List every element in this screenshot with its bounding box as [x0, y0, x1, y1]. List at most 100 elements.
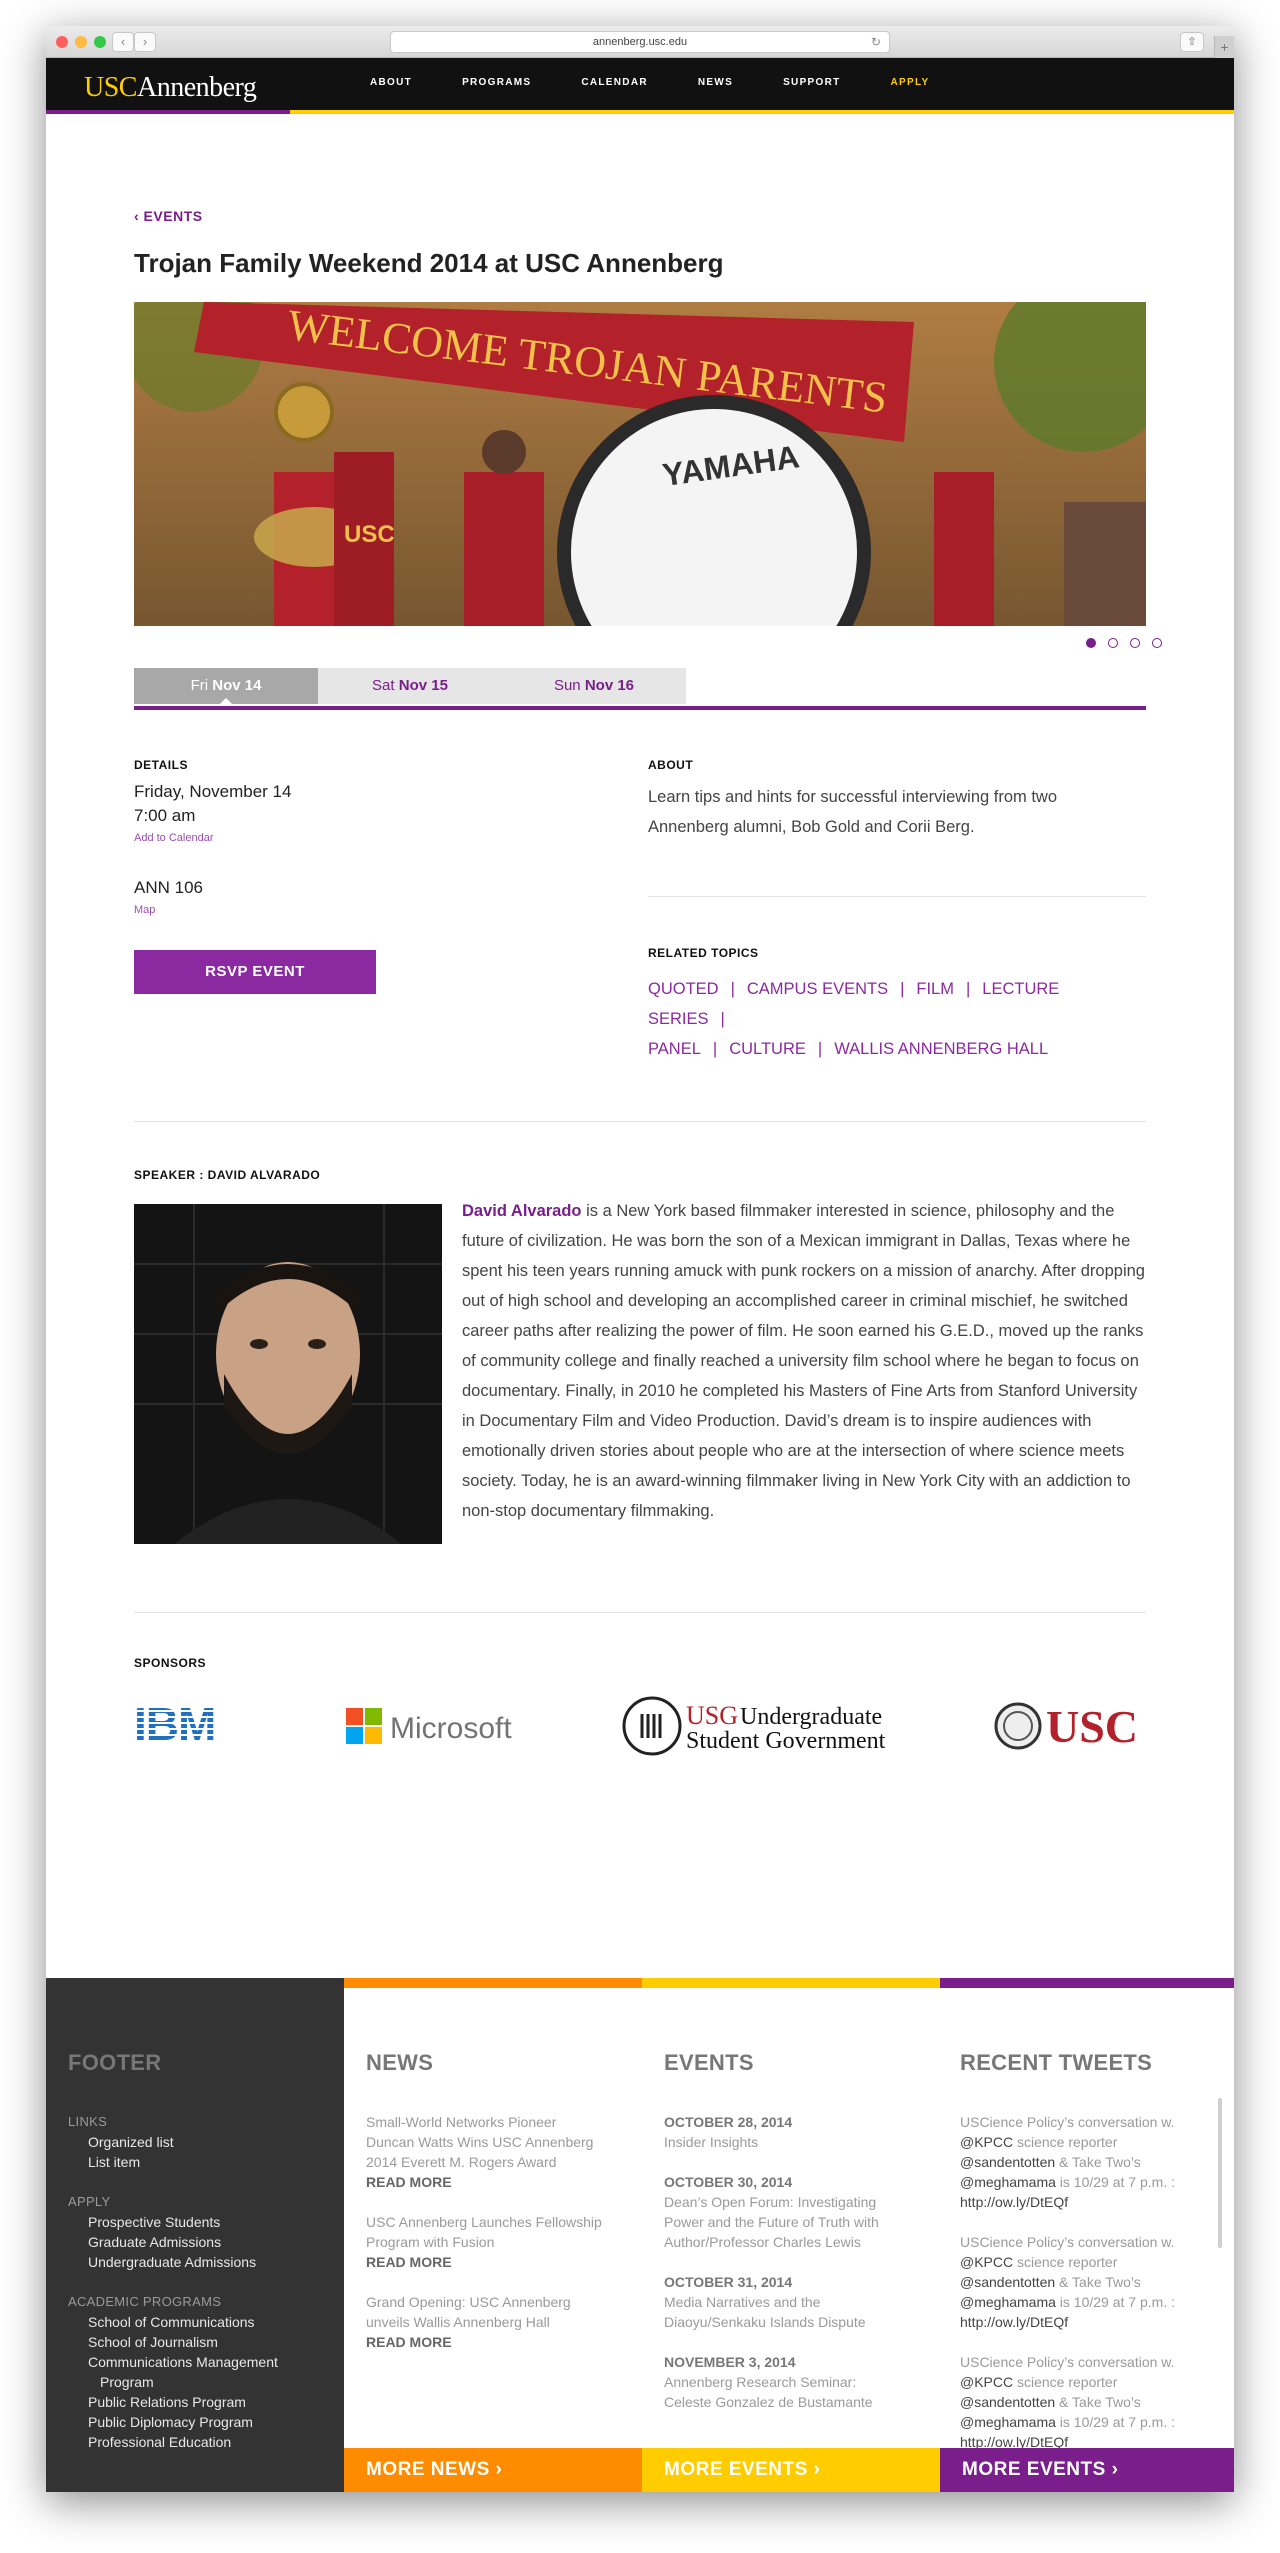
events-heading: EVENTS: [664, 2050, 754, 2075]
news-item[interactable]: Small-World Networks Pioneer Duncan Watt…: [366, 2112, 606, 2192]
event-item[interactable]: OCTOBER 31, 2014 Media Narratives and th…: [664, 2272, 904, 2332]
new-tab-icon[interactable]: +: [1214, 36, 1234, 58]
rsvp-button[interactable]: RSVP EVENT: [134, 950, 376, 994]
sponsor-ibm-logo[interactable]: IBM: [134, 1694, 254, 1758]
tweet-mention-link[interactable]: @KPCC: [960, 2254, 1013, 2270]
speaker-heading: SPEAKER : DAVID ALVARADO: [134, 1168, 321, 1182]
tweet-mention-link[interactable]: @sandentotten: [960, 2274, 1055, 2290]
carousel-dot[interactable]: [1152, 638, 1162, 648]
usc-logo-text: USC: [1046, 1701, 1138, 1752]
apply-heading: APPLY: [68, 2194, 111, 2209]
footer-link[interactable]: Graduate Admissions: [88, 2234, 221, 2250]
tab-fri[interactable]: Fri Nov 14: [134, 668, 318, 704]
event-item[interactable]: OCTOBER 30, 2014 Dean’s Open Forum: Inve…: [664, 2172, 904, 2252]
forward-arrow-icon[interactable]: ›: [134, 32, 156, 52]
tweet-url-link[interactable]: http://ow.ly/DtEQf: [960, 2312, 1216, 2332]
share-icon[interactable]: ⇧: [1180, 32, 1204, 52]
site-footer: FOOTER LINKS Organized list List item AP…: [46, 1978, 1234, 2492]
maximize-window-icon[interactable]: [94, 36, 106, 48]
usg-line1-text: Undergraduate: [740, 1704, 882, 1730]
header-stripe: [46, 110, 1234, 114]
links-heading: LINKS: [68, 2114, 108, 2129]
footer-link[interactable]: Communications Management: [88, 2354, 278, 2370]
tweet-mention-link[interactable]: @meghamama: [960, 2414, 1056, 2430]
speaker-bio-text: is a New York based filmmaker interested…: [462, 1202, 1145, 1520]
back-arrow-icon[interactable]: ‹: [112, 32, 134, 52]
tab-sun[interactable]: Sun Nov 16: [502, 668, 686, 704]
event-time: 7:00 am: [134, 806, 196, 825]
tweet-mention-link[interactable]: @meghamama: [960, 2174, 1056, 2190]
nav-calendar[interactable]: CALENDAR: [581, 77, 648, 88]
page-title: Trojan Family Weekend 2014 at USC Annenb…: [134, 248, 724, 278]
reload-icon[interactable]: ↻: [871, 32, 881, 52]
topic-link[interactable]: PANEL: [648, 1040, 701, 1058]
read-more-link[interactable]: READ MORE: [366, 2252, 606, 2272]
footer-title: FOOTER: [68, 2050, 162, 2075]
footer-link[interactable]: School of Communications: [88, 2314, 255, 2330]
read-more-link[interactable]: READ MORE: [366, 2172, 606, 2192]
event-item[interactable]: NOVEMBER 3, 2014 Annenberg Research Semi…: [664, 2352, 904, 2412]
tweet-mention-link[interactable]: @meghamama: [960, 2294, 1056, 2310]
sponsor-usg-logo[interactable]: USG Undergraduate Student Government: [620, 1694, 920, 1758]
close-window-icon[interactable]: [56, 36, 68, 48]
footer-link[interactable]: Public Relations Program: [88, 2394, 246, 2410]
divider: [134, 1612, 1146, 1613]
add-to-calendar-link[interactable]: Add to Calendar: [134, 832, 214, 844]
read-more-link[interactable]: READ MORE: [366, 2332, 606, 2352]
footer-link[interactable]: List item: [88, 2154, 140, 2170]
more-events-button[interactable]: MORE EVENTS ›: [642, 2448, 940, 2492]
tweet-mention-link[interactable]: @sandentotten: [960, 2394, 1055, 2410]
divider: [648, 896, 1146, 897]
nav-about[interactable]: ABOUT: [370, 77, 412, 88]
nav-news[interactable]: NEWS: [698, 77, 733, 88]
footer-link[interactable]: School of Journalism: [88, 2334, 218, 2350]
news-item[interactable]: Grand Opening: USC Annenberg unveils Wal…: [366, 2292, 606, 2352]
footer-link[interactable]: Public Diplomacy Program: [88, 2414, 253, 2430]
sponsor-usc-logo[interactable]: USC: [994, 1694, 1146, 1758]
tweet-mention-link[interactable]: @KPCC: [960, 2134, 1013, 2150]
browser-window: ‹ › annenberg.usc.edu ↻ ⇧ + USCAnnenberg…: [46, 26, 1234, 2492]
tweets-scrollbar[interactable]: [1218, 2098, 1222, 2248]
tab-sat[interactable]: Sat Nov 15: [318, 668, 502, 704]
footer-link[interactable]: Organized list: [88, 2134, 174, 2150]
usc-annenberg-logo[interactable]: USCAnnenberg: [84, 72, 257, 104]
topic-link[interactable]: FILM: [916, 980, 954, 998]
topic-link[interactable]: CAMPUS EVENTS: [747, 980, 888, 998]
nav-support[interactable]: SUPPORT: [783, 77, 840, 88]
tweet-mention-link[interactable]: @KPCC: [960, 2374, 1013, 2390]
event-date: Friday, November 14: [134, 782, 292, 801]
event-item[interactable]: OCTOBER 28, 2014 Insider Insights: [664, 2112, 904, 2152]
tweet-url-link[interactable]: http://ow.ly/DtEQf: [960, 2192, 1216, 2212]
speaker-name-link[interactable]: David Alvarado: [462, 1202, 582, 1220]
speaker-bio: David Alvarado is a New York based filmm…: [462, 1196, 1146, 1526]
news-item[interactable]: USC Annenberg Launches Fellowship Progra…: [366, 2212, 606, 2272]
sponsors-heading: SPONSORS: [134, 1656, 207, 1670]
carousel-dot[interactable]: [1108, 638, 1118, 648]
tweet-mention-link[interactable]: @sandentotten: [960, 2154, 1055, 2170]
footer-link[interactable]: Professional Education: [88, 2434, 231, 2450]
topic-link[interactable]: CULTURE: [729, 1040, 806, 1058]
nav-programs[interactable]: PROGRAMS: [462, 77, 531, 88]
carousel-dot[interactable]: [1130, 638, 1140, 648]
news-heading: NEWS: [366, 2050, 434, 2075]
related-topics-heading: RELATED TOPICS: [648, 946, 759, 960]
minimize-window-icon[interactable]: [75, 36, 87, 48]
more-tweets-button[interactable]: MORE EVENTS ›: [940, 2448, 1234, 2492]
footer-stripe: [642, 1978, 940, 1988]
sponsor-microsoft-logo[interactable]: Microsoft: [344, 1694, 534, 1758]
usg-abbr-text: USG: [686, 1701, 738, 1730]
footer-link[interactable]: Prospective Students: [88, 2214, 220, 2230]
browser-toolbar: ‹ › annenberg.usc.edu ↻ ⇧ +: [46, 26, 1234, 58]
address-bar[interactable]: annenberg.usc.edu ↻: [390, 31, 890, 53]
nav-apply[interactable]: APPLY: [891, 77, 930, 88]
footer-link[interactable]: Undergraduate Admissions: [88, 2254, 256, 2270]
topic-link[interactable]: QUOTED: [648, 980, 719, 998]
map-link[interactable]: Map: [134, 904, 155, 916]
tweet-item: USCience Policy’s conversation w. @KPCC …: [960, 2352, 1216, 2452]
carousel-dot[interactable]: [1086, 638, 1096, 648]
footer-link[interactable]: Program: [100, 2374, 154, 2390]
more-news-button[interactable]: MORE NEWS ›: [344, 2448, 642, 2492]
topic-link[interactable]: WALLIS ANNENBERG HALL: [834, 1040, 1048, 1058]
tab-underline: [134, 706, 1146, 710]
breadcrumb-events-link[interactable]: ‹ EVENTS: [134, 208, 203, 224]
